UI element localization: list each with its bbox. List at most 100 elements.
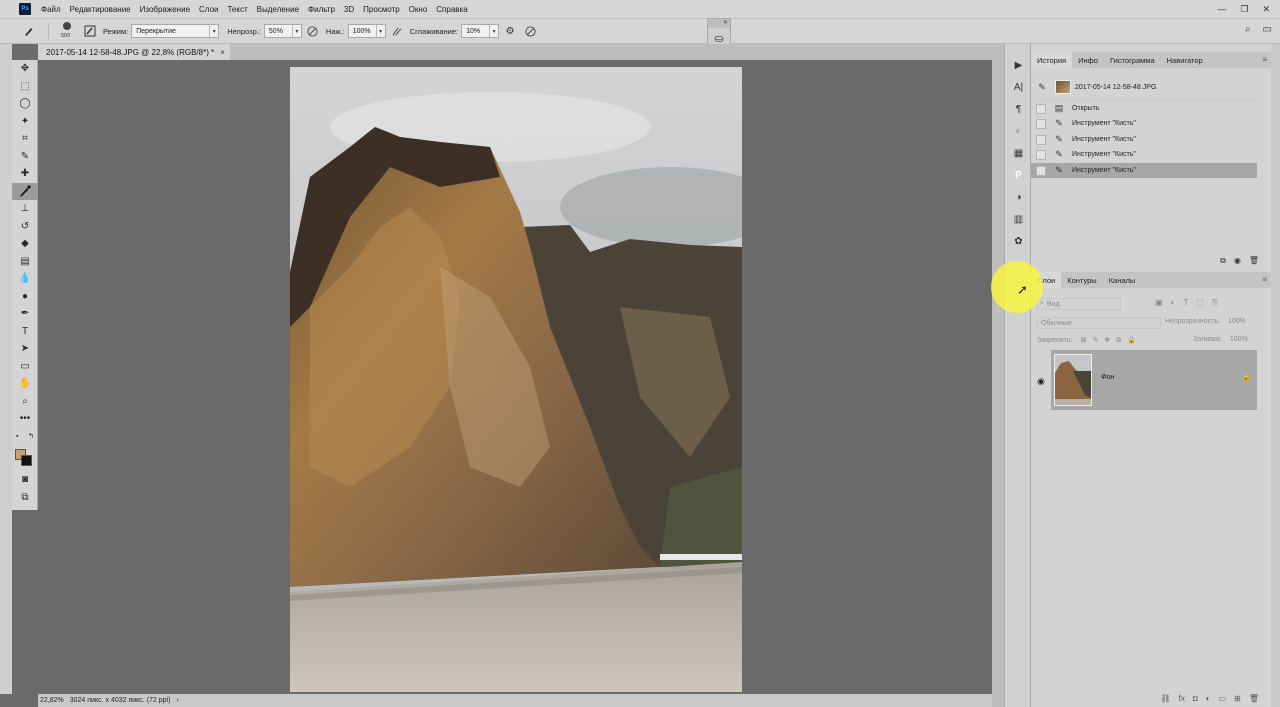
filter-pixel-icon[interactable]: ▣	[1155, 298, 1163, 308]
character-panel-icon[interactable]: A|	[1005, 76, 1032, 98]
brush-preset-icon[interactable]	[22, 24, 36, 38]
history-step-selected[interactable]: ✎ Инструмент "Кисть"	[1031, 163, 1257, 178]
history-step[interactable]: ✎ Инструмент "Кисть"	[1031, 147, 1257, 162]
screen-mode-icon[interactable]: ⧉	[12, 489, 38, 507]
add-mask-icon[interactable]: ◘	[1193, 694, 1198, 703]
layer-opacity-value[interactable]: 100%	[1228, 318, 1246, 325]
camera-icon[interactable]: ◉	[1234, 256, 1241, 266]
opacity-pressure-icon[interactable]	[306, 24, 320, 38]
new-document-from-state-icon[interactable]: ⧉	[1220, 256, 1226, 266]
path-select-icon[interactable]: ➤	[12, 340, 38, 358]
menu-file[interactable]: Файл	[41, 5, 61, 14]
tab-channels[interactable]: Каналы	[1103, 272, 1142, 288]
brush-panel-icon[interactable]	[83, 24, 97, 38]
trash-icon[interactable]: 🗑	[1249, 694, 1259, 703]
history-source-checkbox[interactable]	[1036, 165, 1046, 176]
tab-paths[interactable]: Контуры	[1061, 272, 1102, 288]
close-window-button[interactable]: ✕	[1262, 4, 1270, 15]
quick-mask-icon[interactable]: ◙	[12, 471, 38, 489]
styles-panel-icon[interactable]: ✿	[1005, 230, 1032, 252]
close-tab-icon[interactable]: ×	[220, 48, 225, 57]
restore-button[interactable]: ❐	[1240, 4, 1248, 15]
blur-tool-icon[interactable]: 💧	[12, 270, 38, 288]
eraser-icon[interactable]: ◆	[12, 235, 38, 253]
size-pressure-icon[interactable]	[523, 24, 537, 38]
clone-stamp-icon[interactable]: ⊥	[12, 200, 38, 218]
opacity-field[interactable]: 50% ▾	[263, 24, 302, 38]
dodge-tool-icon[interactable]: ●	[12, 288, 38, 306]
type-tool-icon[interactable]: T	[12, 323, 38, 341]
history-source-checkbox[interactable]	[1036, 118, 1046, 129]
canvas-scrollbar[interactable]	[992, 44, 1004, 707]
glyphs-panel-icon[interactable]: ▦	[1005, 142, 1032, 164]
pressure-field[interactable]: 100% ▾	[347, 24, 386, 38]
menu-3d[interactable]: 3D	[344, 5, 354, 14]
filter-type-icon[interactable]: T	[1183, 298, 1188, 308]
panel-menu-icon[interactable]: ≡	[1262, 275, 1267, 284]
menu-view[interactable]: Просмотр	[363, 5, 400, 14]
menu-filter[interactable]: Фильтр	[308, 5, 335, 14]
paragraph-panel-icon[interactable]: ¶	[1005, 98, 1032, 120]
adjustment-layer-icon[interactable]: ◐	[1206, 694, 1211, 703]
more-tools-icon[interactable]: •••	[12, 410, 38, 428]
link-layers-icon[interactable]: ⛓	[1161, 694, 1171, 703]
close-icon[interactable]: ✕	[708, 19, 730, 28]
history-step[interactable]: ▤ Открыть	[1031, 101, 1257, 116]
eye-icon[interactable]: ◉	[1037, 376, 1045, 387]
history-source-checkbox[interactable]	[1036, 103, 1046, 114]
history-source-checkbox[interactable]	[1036, 149, 1046, 160]
history-step[interactable]: ✎ Инструмент "Кисть"	[1031, 116, 1257, 131]
status-menu-arrow[interactable]: ›	[176, 697, 178, 704]
smoothing-field[interactable]: 10% ▾	[461, 24, 500, 38]
gear-icon[interactable]: ⚙	[503, 24, 517, 38]
history-snapshot[interactable]: ✎ 2017-05-14 12-58-48.JPG	[1031, 77, 1257, 97]
document-tab[interactable]: 2017-05-14 12-58-48.JPG @ 22,8% (RGB/8*)…	[38, 44, 230, 60]
panel-menu-icon[interactable]: ≡	[1262, 55, 1267, 64]
swap-colors-icon[interactable]: ▪ ↰	[12, 428, 38, 446]
menu-layers[interactable]: Слои	[199, 5, 218, 14]
panel-scrollbar[interactable]	[1271, 44, 1280, 707]
magic-wand-icon[interactable]: ✦	[12, 113, 38, 131]
workspace-icon[interactable]: ▭	[1263, 24, 1272, 35]
lock-icons[interactable]: ⊠✎✥⧉🔒	[1080, 336, 1141, 345]
trash-icon[interactable]: 🗑	[1249, 256, 1259, 266]
zoom-level[interactable]: 22,82%	[40, 697, 64, 704]
brush-tool-icon[interactable]	[12, 182, 38, 200]
background-color-swatch[interactable]	[21, 455, 32, 466]
tab-info[interactable]: Инфо	[1072, 52, 1104, 68]
history-source-checkbox[interactable]	[1036, 134, 1046, 145]
tab-history[interactable]: История	[1031, 52, 1073, 68]
brush-size-picker[interactable]: 500	[55, 19, 81, 43]
lasso-tool-icon[interactable]: ◯	[12, 95, 38, 113]
menu-image[interactable]: Изображение	[140, 5, 190, 14]
brush-settings-icon[interactable]: ◐	[1005, 120, 1032, 142]
new-group-icon[interactable]: ▭	[1219, 694, 1227, 703]
minimize-button[interactable]: —	[1217, 4, 1226, 14]
marquee-tool-icon[interactable]: ⬚	[12, 78, 38, 96]
tab-navigator[interactable]: Навигатор	[1161, 52, 1209, 68]
filter-smart-icon[interactable]: ⎘	[1212, 298, 1218, 308]
gradient-tool-icon[interactable]: ▤	[12, 253, 38, 271]
fx-icon[interactable]: fx	[1179, 694, 1185, 703]
zoom-tool-icon[interactable]: ⌕	[12, 393, 38, 411]
filter-adjustment-icon[interactable]: ◐	[1171, 298, 1176, 308]
layer-filter-select[interactable]: ⌕ Вид	[1037, 298, 1121, 310]
properties-panel-icon[interactable]: P	[1005, 164, 1032, 186]
adjustments-icon[interactable]: ◑	[1005, 186, 1032, 208]
menu-edit[interactable]: Редактирование	[70, 5, 131, 14]
hand-tool-icon[interactable]: ✋	[12, 375, 38, 393]
search-icon[interactable]: ⌕	[1245, 24, 1251, 35]
crop-tool-icon[interactable]: ⌗	[12, 130, 38, 148]
new-layer-icon[interactable]: ⊞	[1234, 694, 1241, 703]
menu-window[interactable]: Окно	[409, 5, 428, 14]
rectangle-tool-icon[interactable]: ▭	[12, 358, 38, 376]
layer-blend-select[interactable]: Обычные	[1037, 317, 1161, 329]
canvas-area[interactable]	[38, 60, 992, 694]
document-photo[interactable]	[290, 67, 742, 692]
move-tool-icon[interactable]: ✥	[12, 60, 38, 78]
layer-row[interactable]: Фон 🔒	[1051, 350, 1257, 410]
airbrush-icon[interactable]	[390, 24, 404, 38]
tab-histogram[interactable]: Гистограмма	[1104, 52, 1161, 68]
history-step[interactable]: ✎ Инструмент "Кисть"	[1031, 132, 1257, 147]
blend-mode-select[interactable]: Перекрытие ▾	[131, 24, 220, 38]
